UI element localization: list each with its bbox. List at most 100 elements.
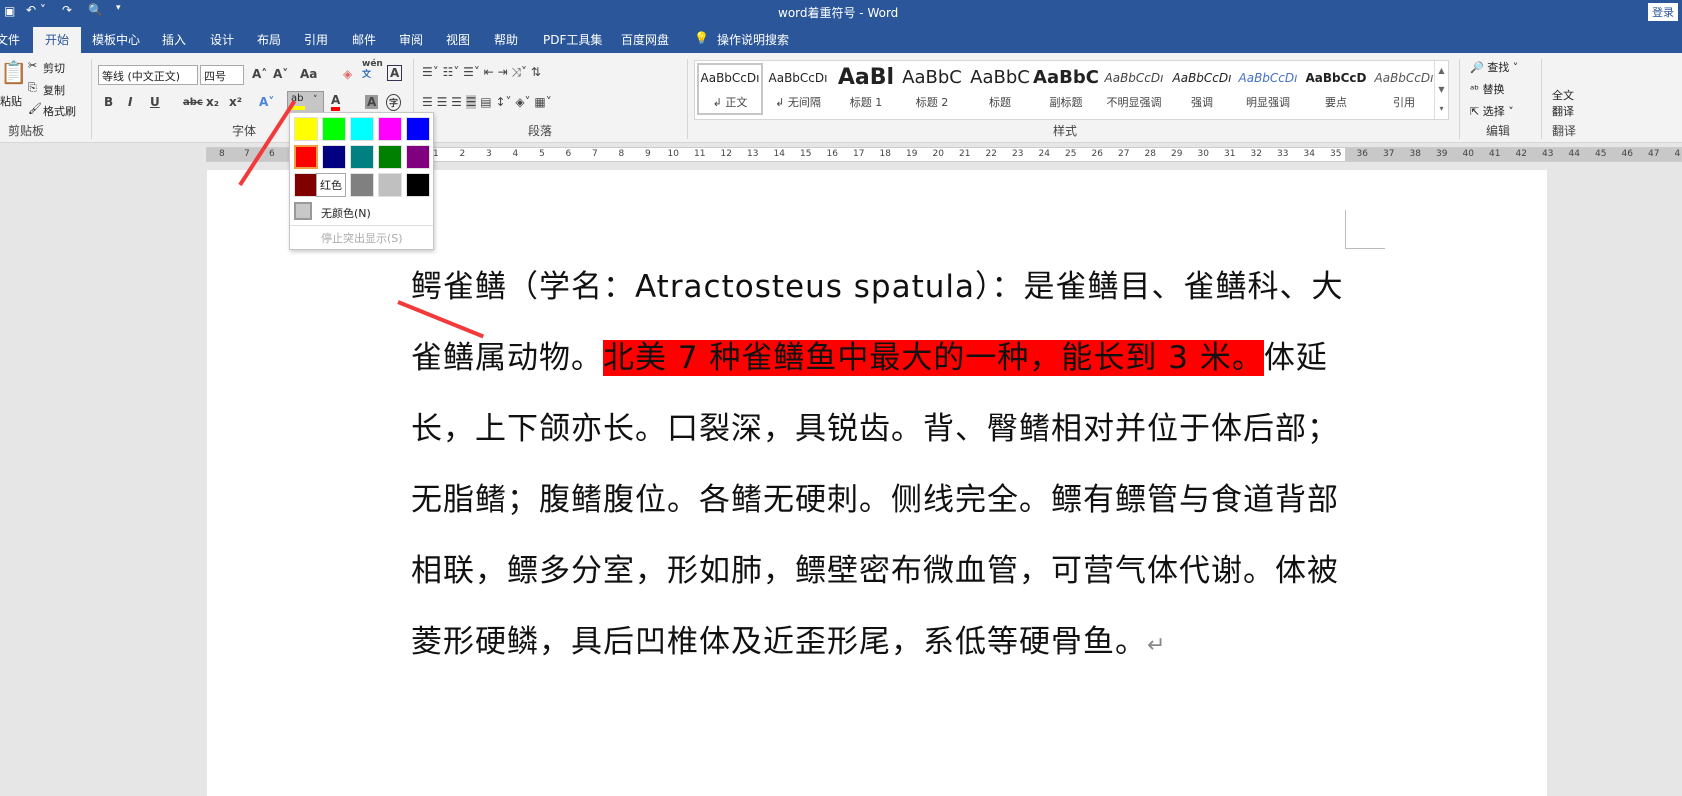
tab-pdf[interactable]: PDF工具集 bbox=[543, 31, 602, 48]
tab-design[interactable]: 设计 bbox=[210, 31, 234, 48]
ruler-number: 43 bbox=[1542, 149, 1554, 159]
bullets-icon[interactable]: ☰˅ ☷˅ ☰˅ ⇤ ⇥ ⤨˅ ⇅ bbox=[422, 65, 541, 80]
tab-insert[interactable]: 插入 bbox=[162, 31, 186, 48]
tab-file[interactable]: 文件 bbox=[0, 31, 20, 48]
tab-home[interactable]: 开始 bbox=[33, 27, 82, 53]
color-swatch[interactable] bbox=[378, 173, 402, 197]
ruler-number: 10 bbox=[667, 149, 679, 159]
change-case-button[interactable]: Aa bbox=[300, 67, 317, 81]
color-swatch[interactable] bbox=[294, 145, 318, 169]
customize-icon[interactable]: ▾ bbox=[116, 3, 121, 13]
clear-format-icon[interactable]: ◈ bbox=[343, 67, 352, 81]
color-swatch[interactable] bbox=[406, 145, 430, 169]
tab-layout[interactable]: 布局 bbox=[257, 31, 281, 48]
style-item[interactable]: AaBbCcDı 不明显强调 bbox=[1101, 65, 1167, 110]
font-name-select[interactable]: 等线 (中文正文) bbox=[98, 65, 198, 85]
tell-me-search[interactable]: 操作说明搜索 bbox=[717, 31, 789, 48]
underline-button[interactable]: U bbox=[150, 95, 160, 109]
translate-button-sub[interactable]: 翻译 bbox=[1552, 103, 1574, 119]
color-swatch[interactable] bbox=[350, 173, 374, 197]
copy-icon[interactable]: ⎘ bbox=[28, 81, 37, 95]
ruler-number: 16 bbox=[826, 149, 838, 159]
text-effects-icon[interactable]: A˅ bbox=[259, 95, 274, 109]
cut-button[interactable]: 剪切 bbox=[43, 60, 65, 76]
gallery-scroll[interactable]: ▲ ▼ ▾ bbox=[1434, 61, 1448, 119]
find-button[interactable]: 🔎 查找 ˅ bbox=[1470, 59, 1518, 75]
style-item[interactable]: AaBbCcDı 明显强调 bbox=[1235, 65, 1301, 110]
document-body[interactable]: 鳄雀鳝（学名：Atractosteus spatula）：是雀鳝目、雀鳝科、大雀… bbox=[411, 252, 1356, 681]
ruler-number: 36 bbox=[1356, 149, 1368, 159]
subscript-button[interactable]: x₂ bbox=[206, 95, 219, 109]
style-item[interactable]: AaBbCcDı ↲ 无间隔 bbox=[765, 65, 831, 110]
cut-icon[interactable]: ✂ bbox=[28, 59, 37, 72]
style-item[interactable]: AaBbC 副标题 bbox=[1033, 65, 1099, 110]
chevron-down-icon[interactable]: ˅ bbox=[313, 95, 318, 105]
color-swatch[interactable] bbox=[350, 117, 374, 141]
italic-button[interactable]: I bbox=[128, 95, 132, 109]
grow-font-icon[interactable]: A˄ bbox=[252, 67, 267, 81]
format-painter-button[interactable]: 格式刷 bbox=[43, 103, 76, 119]
paste-button[interactable]: 粘贴 bbox=[0, 93, 22, 109]
title-bar: ▣ ↶ ˅ ↷ 🔍 ▾ word着重符号 - Word 登录 bbox=[0, 0, 1682, 27]
color-swatch[interactable] bbox=[378, 117, 402, 141]
style-item[interactable]: AaBbCcDı 引用 bbox=[1371, 65, 1437, 110]
color-swatch[interactable] bbox=[406, 173, 430, 197]
select-label[interactable]: 选择 bbox=[1483, 105, 1505, 118]
sign-in-button[interactable]: 登录 bbox=[1648, 3, 1678, 21]
color-swatch[interactable] bbox=[294, 117, 318, 141]
style-item[interactable]: AaBl 标题 1 bbox=[833, 65, 899, 110]
char-shading-button[interactable]: A bbox=[365, 95, 379, 109]
format-painter-icon[interactable]: 🖌 bbox=[28, 102, 42, 115]
color-swatch[interactable] bbox=[378, 145, 402, 169]
strikethrough-button[interactable]: abc bbox=[183, 97, 203, 108]
style-item[interactable]: AaBbC 标题 2 bbox=[899, 65, 965, 110]
color-swatch[interactable] bbox=[406, 117, 430, 141]
char-border-button[interactable]: A bbox=[387, 65, 403, 81]
no-color-swatch[interactable] bbox=[294, 202, 312, 220]
copy-button[interactable]: 复制 bbox=[43, 82, 65, 98]
style-preview: AaBbCcD bbox=[1305, 71, 1367, 85]
select-button[interactable]: ⇱ 选择 ˅ bbox=[1470, 103, 1514, 119]
save-icon[interactable]: ▣ bbox=[4, 4, 15, 18]
font-size-select[interactable]: 四号 bbox=[200, 65, 244, 85]
tab-templates[interactable]: 模板中心 bbox=[92, 31, 140, 48]
bold-button[interactable]: B bbox=[104, 95, 113, 109]
find-label[interactable]: 查找 bbox=[1487, 61, 1509, 74]
color-swatch[interactable] bbox=[350, 145, 374, 169]
highlighted-text: 北美 7 种雀鳝鱼中最大的一种，能长到 3 米。 bbox=[603, 340, 1264, 376]
color-swatch[interactable] bbox=[322, 117, 346, 141]
paste-icon[interactable]: 📋 bbox=[0, 61, 27, 86]
tab-view[interactable]: 视图 bbox=[446, 31, 470, 48]
print-preview-icon[interactable]: 🔍 bbox=[88, 3, 103, 17]
align-icons[interactable]: ☰ ☰ ☰ ☰ ▤ ↕˅ ◈˅ ▦˅ bbox=[422, 95, 552, 109]
style-preview: AaBbCcDı bbox=[1172, 71, 1232, 85]
translate-button[interactable]: 全文 bbox=[1552, 87, 1574, 103]
tab-baidu[interactable]: 百度网盘 bbox=[621, 31, 669, 48]
color-swatch[interactable] bbox=[322, 145, 346, 169]
ruler-number: 23 bbox=[1012, 149, 1024, 159]
tab-help[interactable]: 帮助 bbox=[494, 31, 518, 48]
ruler-number: 32 bbox=[1250, 149, 1262, 159]
no-color-option[interactable]: 无颜色(N) bbox=[321, 205, 371, 221]
phonetic-guide-button[interactable]: wén 文 bbox=[362, 59, 383, 81]
replace-label[interactable]: 替换 bbox=[1483, 83, 1505, 96]
enclose-char-button[interactable]: 字 bbox=[386, 94, 402, 111]
replace-button[interactable]: ᵃᵇ 替换 bbox=[1470, 81, 1505, 97]
color-swatch[interactable] bbox=[294, 173, 318, 197]
style-item[interactable]: AaBbCcDı 强调 bbox=[1169, 65, 1235, 110]
style-item[interactable]: AaBbCcD 要点 bbox=[1303, 65, 1369, 110]
ruler-number: 31 bbox=[1224, 149, 1236, 159]
tab-review[interactable]: 审阅 bbox=[399, 31, 423, 48]
style-item[interactable]: AaBbC 标题 bbox=[967, 65, 1033, 110]
style-item[interactable]: AaBbCcDı ↲ 正文 bbox=[697, 63, 763, 115]
redo-icon[interactable]: ↷ bbox=[62, 3, 72, 17]
superscript-button[interactable]: x² bbox=[229, 95, 242, 109]
font-color-button[interactable]: A bbox=[331, 93, 341, 111]
search-icon[interactable]: 🔎 bbox=[1470, 61, 1484, 74]
tab-references[interactable]: 引用 bbox=[304, 31, 328, 48]
tab-mailings[interactable]: 邮件 bbox=[352, 31, 376, 48]
ruler-number: 8 bbox=[618, 149, 625, 159]
undo-icon[interactable]: ↶ ˅ bbox=[26, 3, 46, 17]
shrink-font-icon[interactable]: A˅ bbox=[273, 67, 288, 81]
phonetic-top: wén bbox=[362, 59, 383, 69]
